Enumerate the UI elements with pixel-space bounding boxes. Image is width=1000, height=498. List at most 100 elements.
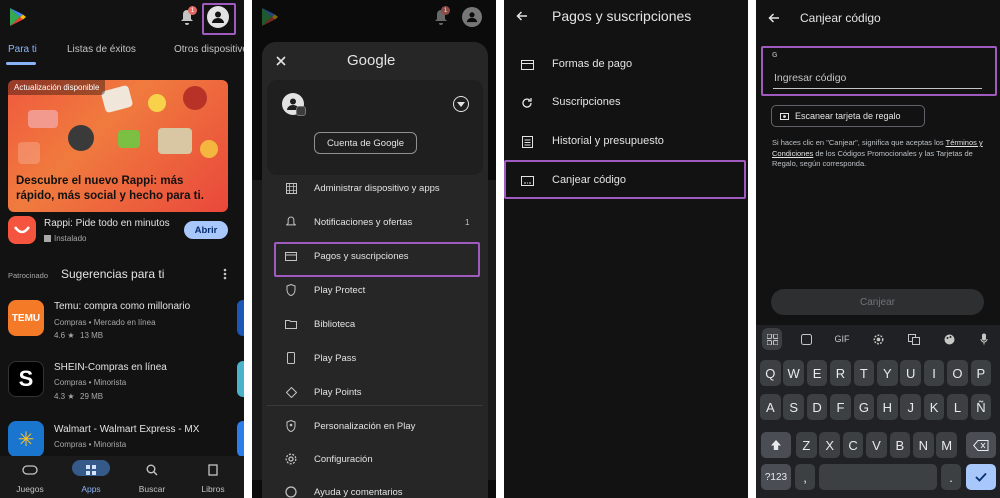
letter-key[interactable]: G [853, 394, 875, 420]
next-card-peek [237, 300, 244, 336]
letter-key[interactable]: F [830, 394, 851, 420]
letter-key[interactable]: K [923, 394, 945, 420]
shift-key[interactable] [761, 432, 791, 458]
apps-grid-icon [67, 462, 115, 478]
close-icon[interactable] [274, 54, 288, 68]
letter-key[interactable]: R [830, 360, 851, 386]
banner-bag-image [18, 142, 40, 164]
menu-item-history[interactable]: Historial y presupuesto [504, 125, 748, 159]
app-name[interactable]: SHEIN-Compras en línea [54, 362, 167, 373]
space-key[interactable] [819, 464, 937, 490]
app-name[interactable]: Temu: compra como millonario [54, 301, 190, 312]
letter-key[interactable]: C [842, 432, 864, 458]
bell-icon [284, 215, 298, 229]
letter-key[interactable]: Q [760, 360, 781, 386]
gif-button[interactable]: GIF [832, 331, 852, 347]
menu-label: Suscripciones [552, 96, 621, 108]
back-arrow-icon[interactable] [766, 10, 782, 26]
sponsored-label: Patrocinado [8, 271, 49, 280]
letter-key[interactable]: X [819, 432, 840, 458]
nav-games[interactable]: Juegos [6, 462, 54, 494]
rappi-app-icon[interactable] [8, 216, 36, 244]
bottom-navigation: Juegos Apps Buscar Libros [0, 456, 244, 498]
update-available-tag: Actualización disponible [8, 80, 106, 95]
payments-highlight [274, 242, 480, 277]
letter-key[interactable]: Ñ [970, 394, 992, 420]
app-name[interactable]: Walmart - Walmart Express - MX [54, 424, 199, 435]
play-logo-icon[interactable] [8, 7, 28, 27]
palette-icon[interactable] [939, 331, 959, 347]
account-avatar-icon [462, 7, 482, 27]
section-title: Sugerencias para ti [61, 267, 165, 281]
menu-label: Configuración [314, 453, 373, 465]
camera-icon [780, 112, 789, 120]
scan-gift-card-button[interactable]: Escanear tarjeta de regalo [771, 105, 925, 127]
sticker-icon[interactable] [796, 331, 816, 347]
letter-key[interactable]: N [913, 432, 934, 458]
promo-banner[interactable]: Actualización disponible Descubre el nue… [8, 80, 228, 212]
numbers-key[interactable]: ?123 [761, 464, 791, 490]
tab-para-ti[interactable]: Para ti [8, 44, 37, 55]
help-icon [284, 485, 298, 498]
tab-listas[interactable]: Listas de éxitos [67, 44, 136, 55]
keyboard-apps-icon[interactable] [762, 331, 782, 347]
translate-icon[interactable] [904, 331, 924, 347]
shein-app-icon[interactable]: S [8, 361, 44, 397]
back-arrow-icon[interactable] [514, 8, 530, 24]
background-dim [252, 180, 262, 480]
menu-item-subscriptions[interactable]: Suscripciones [504, 86, 748, 120]
account-menu-screen: 1 Google Cuenta de Google Administrar di… [252, 0, 496, 498]
microphone-icon[interactable] [974, 331, 994, 347]
walmart-app-icon[interactable]: ✳ [8, 421, 44, 457]
letter-key[interactable]: H [877, 394, 898, 420]
tab-otros[interactable]: Otros dispositivos [174, 44, 244, 55]
letter-key[interactable]: I [923, 360, 945, 386]
menu-item-payment-methods[interactable]: Formas de pago [504, 48, 748, 82]
menu-label: Play Pass [314, 352, 357, 364]
letter-key[interactable]: U [900, 360, 921, 386]
app-category: Compras • Mercado en línea [54, 318, 156, 327]
list-icon [520, 135, 534, 149]
letter-key[interactable]: W [783, 360, 804, 386]
avatar-highlight [202, 3, 236, 35]
open-button[interactable]: Abrir [184, 221, 228, 239]
menu-label: Historial y presupuesto [552, 135, 664, 147]
period-key[interactable]: . [941, 464, 961, 490]
chevron-down-icon[interactable] [453, 96, 469, 112]
letter-key[interactable]: D [806, 394, 828, 420]
letter-key[interactable]: V [866, 432, 887, 458]
enter-key[interactable] [966, 464, 996, 490]
letter-key[interactable]: J [900, 394, 921, 420]
grid-icon [284, 181, 298, 195]
letter-key[interactable]: E [806, 360, 828, 386]
nav-books[interactable]: Libros [189, 462, 237, 494]
nav-label: Juegos [16, 484, 44, 494]
comma-key[interactable]: , [795, 464, 815, 490]
letter-key[interactable]: T [853, 360, 875, 386]
redeem-button[interactable]: Canjear [771, 289, 984, 315]
letter-key[interactable]: O [947, 360, 968, 386]
featured-app-status: Instalado [44, 234, 86, 243]
letter-key[interactable]: S [783, 394, 804, 420]
play-logo-icon [260, 7, 280, 27]
letter-key[interactable]: L [947, 394, 968, 420]
letter-key[interactable]: M [936, 432, 957, 458]
card-icon [520, 58, 534, 72]
letter-key[interactable]: Z [796, 432, 817, 458]
keyboard-settings-icon[interactable] [868, 331, 888, 347]
letter-key[interactable]: P [970, 360, 992, 386]
google-account-button[interactable]: Cuenta de Google [314, 132, 417, 154]
play-store-home-screen: 1 Para ti Listas de éxitos Otros disposi… [0, 0, 244, 498]
more-options-icon[interactable] [220, 266, 230, 282]
nav-search[interactable]: Buscar [128, 462, 176, 494]
backspace-key[interactable] [966, 432, 996, 458]
search-icon [128, 462, 176, 478]
menu-label: Formas de pago [552, 58, 633, 70]
letter-key[interactable]: A [760, 394, 781, 420]
temu-app-icon[interactable]: TEMU [8, 300, 44, 336]
nav-apps[interactable]: Apps [67, 462, 115, 494]
letter-key[interactable]: Y [877, 360, 898, 386]
featured-app-name[interactable]: Rappi: Pide todo en minutos [44, 218, 170, 229]
letter-key[interactable]: B [889, 432, 911, 458]
diamond-icon [284, 385, 298, 399]
